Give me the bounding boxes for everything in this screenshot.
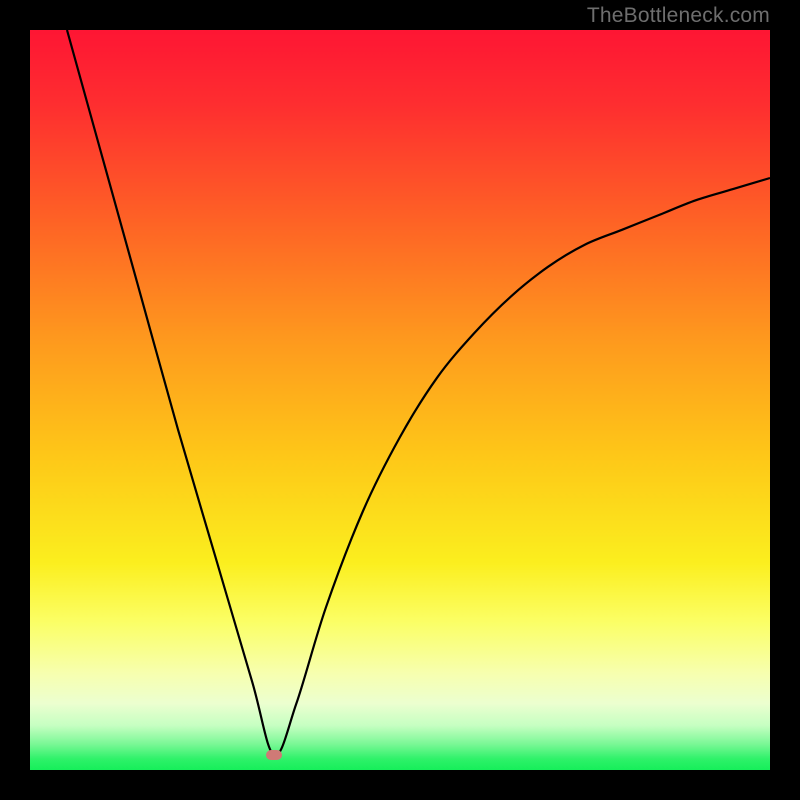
bottleneck-curve bbox=[67, 30, 770, 756]
chart-curve-layer bbox=[30, 30, 770, 770]
optimal-point-marker bbox=[266, 750, 282, 760]
chart-frame bbox=[30, 30, 770, 770]
watermark-text: TheBottleneck.com bbox=[587, 4, 770, 28]
